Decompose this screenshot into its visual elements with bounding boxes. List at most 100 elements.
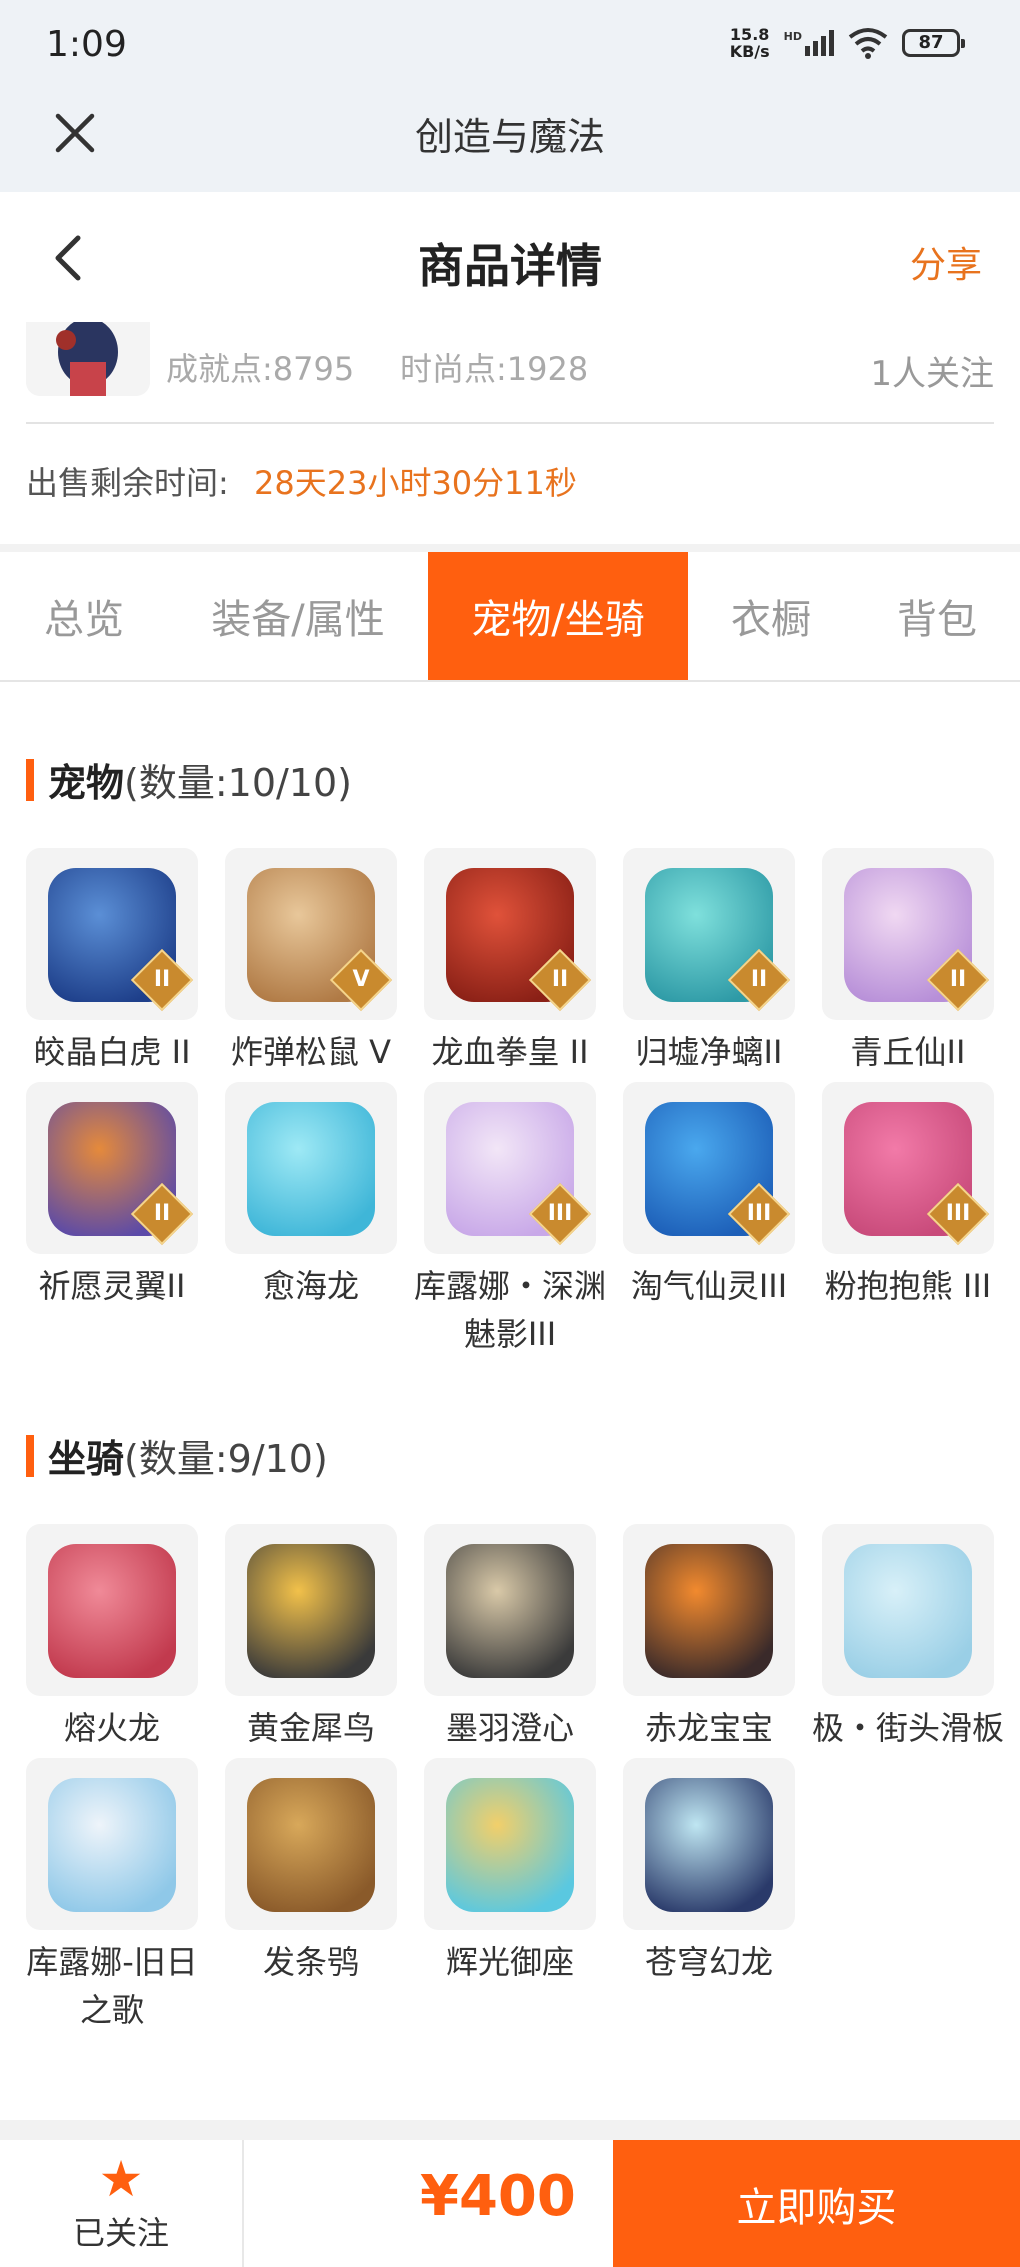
grade-badge-label: V — [352, 967, 370, 992]
pets-title: 宠物 — [48, 761, 125, 805]
mount-image — [623, 1758, 795, 1930]
pets-count: (数量:10/10) — [124, 761, 352, 805]
tab-equipment[interactable]: 装备/属性 — [168, 552, 428, 680]
item-art — [48, 1778, 176, 1912]
pets-section-title: 宠物 (数量:10/10) — [26, 752, 352, 807]
item-name: 归墟净螭II — [635, 1033, 783, 1071]
avatar — [26, 322, 150, 396]
grade-badge-label: III — [547, 1201, 573, 1226]
buy-now-button[interactable]: 立即购买 — [613, 2140, 1020, 2267]
item-art — [48, 1544, 176, 1678]
mount-item[interactable]: 辉光御座 — [424, 1758, 596, 2034]
section-marker — [26, 758, 34, 801]
fashion-points: 时尚点:1928 — [400, 350, 589, 388]
pet-item[interactable]: II 龙血拳皇 II — [424, 848, 596, 1076]
pet-item[interactable]: II 祈愿灵翼II — [26, 1082, 198, 1358]
mount-item[interactable]: 发条鸮 — [225, 1758, 397, 2034]
mount-image — [623, 1524, 795, 1696]
item-name: 粉抱抱熊 III — [824, 1267, 992, 1305]
pet-image: III — [623, 1082, 795, 1254]
pet-image: II — [424, 848, 596, 1020]
battery-icon: 87 — [902, 29, 965, 57]
status-indicators: 15.8 KB/s HD 87 — [730, 26, 965, 60]
sale-time-label: 出售剩余时间: — [26, 464, 229, 502]
pet-image: V — [225, 848, 397, 1020]
webview-title: 创造与魔法 — [414, 115, 605, 159]
pet-item[interactable]: III 淘气仙灵III — [623, 1082, 795, 1358]
pet-image — [225, 1082, 397, 1254]
pet-image: II — [822, 848, 994, 1020]
item-art — [645, 1544, 773, 1678]
status-bar: 1:09 15.8 KB/s HD 87 — [0, 0, 1020, 92]
pet-item[interactable]: V 炸弹松鼠 V — [225, 848, 397, 1076]
share-button[interactable]: 分享 — [910, 236, 982, 288]
mount-image — [424, 1758, 596, 1930]
mount-image — [26, 1524, 198, 1696]
item-name: 辉光御座 — [445, 1943, 574, 1981]
item-name: 龙血拳皇 II — [431, 1033, 589, 1071]
follower-count: 1人关注 — [870, 354, 994, 394]
pet-item[interactable]: II 皎晶白虎 II — [26, 848, 198, 1076]
mounts-count: (数量:9/10) — [124, 1437, 328, 1481]
item-art — [645, 1778, 773, 1912]
item-name: 皎晶白虎 II — [33, 1033, 191, 1071]
pet-item[interactable]: 愈海龙 — [225, 1082, 397, 1358]
item-name: 熔火龙 — [63, 1709, 160, 1747]
tab-pets-mounts[interactable]: 宠物/坐骑 — [428, 552, 688, 680]
pet-item[interactable]: II 归墟净螭II — [623, 848, 795, 1076]
item-art — [446, 1544, 574, 1678]
network-type-label: HD — [783, 30, 802, 43]
grade-badge-label: II — [750, 967, 768, 992]
mount-image — [225, 1524, 397, 1696]
item-name: 愈海龙 — [262, 1267, 359, 1305]
mount-item[interactable]: 墨羽澄心 — [424, 1524, 596, 1752]
grade-badge-label: II — [153, 1201, 171, 1226]
item-name: 淘气仙灵III — [630, 1267, 788, 1305]
page-title: 商品详情 — [418, 239, 602, 293]
mounts-section-title: 坐骑 (数量:9/10) — [26, 1428, 328, 1483]
pet-image: II — [26, 848, 198, 1020]
mount-image — [26, 1758, 198, 1930]
pet-item[interactable]: III 库露娜・深渊魅影III — [414, 1082, 606, 1358]
mount-item[interactable]: 熔火龙 — [26, 1524, 198, 1752]
tab-bar: 总览 装备/属性 宠物/坐骑 衣橱 背包 — [0, 552, 1020, 682]
item-art — [247, 1102, 375, 1236]
item-art — [446, 1778, 574, 1912]
follow-button[interactable]: ★ 已关注 — [0, 2140, 244, 2267]
network-speed-unit: KB/s — [729, 42, 770, 61]
mount-item[interactable]: 库露娜-旧日之歌 — [26, 1758, 198, 2034]
tab-overview[interactable]: 总览 — [0, 552, 168, 680]
mount-item[interactable]: 极・街头滑板 — [812, 1524, 1004, 1752]
grade-badge-label: II — [949, 967, 967, 992]
item-name: 苍穹幻龙 — [644, 1943, 773, 1981]
wifi-icon — [848, 28, 888, 59]
item-name: 库露娜・深渊魅影III — [413, 1267, 606, 1353]
star-icon: ★ — [98, 2149, 144, 2208]
network-speed-value: 15.8 — [729, 25, 770, 44]
divider — [26, 422, 994, 424]
mount-item[interactable]: 黄金犀鸟 — [225, 1524, 397, 1752]
item-name: 祈愿灵翼II — [38, 1267, 186, 1305]
item-name: 发条鸮 — [262, 1943, 359, 1981]
pet-image: III — [822, 1082, 994, 1254]
tab-backpack[interactable]: 背包 — [854, 552, 1020, 680]
item-name: 库露娜-旧日之歌 — [26, 1943, 198, 2029]
mount-item[interactable]: 赤龙宝宝 — [623, 1524, 795, 1752]
mount-item[interactable]: 苍穹幻龙 — [623, 1758, 795, 2034]
tab-wardrobe[interactable]: 衣橱 — [688, 552, 854, 680]
network-speed: 15.8 KB/s — [730, 26, 770, 60]
grade-badge-label: III — [945, 1201, 971, 1226]
item-name: 黄金犀鸟 — [246, 1709, 375, 1747]
grade-badge-label: II — [551, 967, 569, 992]
pet-item[interactable]: II 青丘仙II — [822, 848, 994, 1076]
achievement-points: 成就点:8795 — [166, 350, 355, 388]
item-art — [844, 1544, 972, 1678]
mounts-title: 坐骑 — [48, 1437, 125, 1481]
pet-item[interactable]: III 粉抱抱熊 III — [822, 1082, 994, 1358]
pet-image: II — [26, 1082, 198, 1254]
item-name: 炸弹松鼠 V — [230, 1033, 392, 1071]
pet-image: III — [424, 1082, 596, 1254]
page-header: 商品详情 分享 — [0, 192, 1020, 322]
mount-image — [822, 1524, 994, 1696]
mounts-grid: 熔火龙 黄金犀鸟 墨羽澄心 赤龙宝宝 极・街头滑板库露娜-旧日之歌 发条鸮 辉光御座 苍穹幻龙 — [26, 1524, 1004, 2034]
